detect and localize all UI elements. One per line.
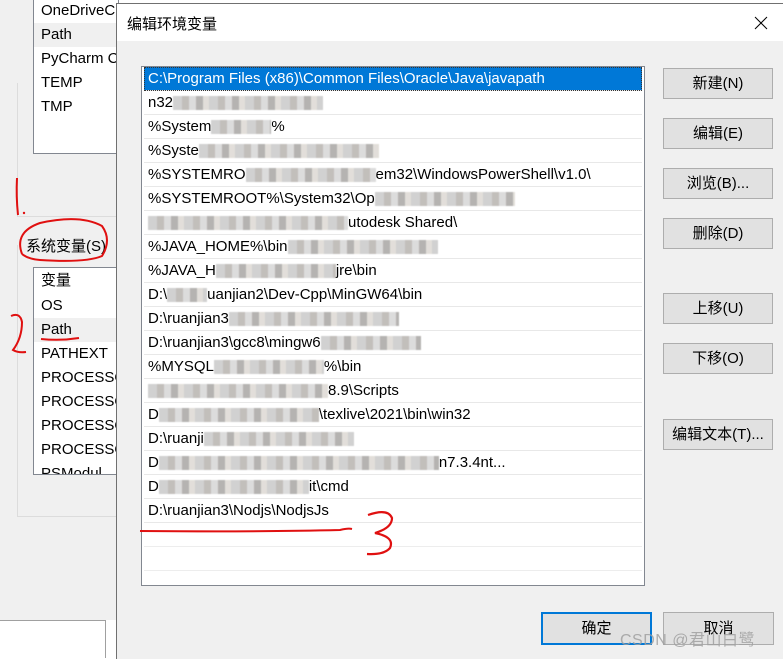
path-entry-text: %JAVA_H — [148, 262, 216, 279]
system-var-item[interactable]: PATHEXT — [34, 342, 118, 366]
path-entry[interactable]: Dit\cmd — [144, 475, 642, 499]
user-var-item[interactable]: PyCharm C — [34, 47, 118, 71]
path-entry-text: D:\ruanji — [148, 430, 204, 447]
path-entry[interactable]: n32 — [144, 91, 642, 115]
path-entry-text: D:\ruanjian3\Nodjs\NodjsJs — [148, 502, 329, 519]
path-entry[interactable]: %SYSTEMRO em32\WindowsPowerShell\v1.0\ — [144, 163, 642, 187]
new-button[interactable]: 新建(N) — [663, 68, 773, 99]
path-entry[interactable]: %Syste — [144, 139, 642, 163]
path-entry[interactable]: utodesk Shared\ — [144, 211, 642, 235]
redacted-mosaic — [228, 312, 399, 327]
path-entry-suffix: 8.9\Scripts — [328, 382, 399, 399]
path-entry[interactable]: D:\ uanjian2\Dev-Cpp\MinGW64\bin — [144, 283, 642, 307]
redacted-mosaic — [320, 336, 421, 351]
edit-environment-variable-dialog: 编辑环境变量 C:\Program Files (x86)\Common Fil… — [116, 3, 783, 659]
redacted-mosaic — [215, 264, 336, 279]
path-entry-text: D:\ruanjian3\gcc8\mingw6 — [148, 334, 321, 351]
move-up-button[interactable]: 上移(U) — [663, 293, 773, 324]
redacted-mosaic — [203, 432, 354, 447]
system-vars-column-header[interactable]: 变量 — [34, 268, 118, 294]
system-var-item-path[interactable]: Path — [34, 318, 118, 342]
path-entry[interactable]: D:\ruanjian3\gcc8\mingw6 — [144, 331, 642, 355]
path-entry-suffix: uanjian2\Dev-Cpp\MinGW64\bin — [207, 286, 423, 303]
path-entries-list[interactable]: C:\Program Files (x86)\Common Files\Orac… — [141, 66, 645, 586]
path-entry[interactable]: %JAVA_H jre\bin — [144, 259, 642, 283]
path-entry-text: %MYSQL — [148, 358, 214, 375]
system-var-item[interactable]: PROCESSO — [34, 366, 118, 390]
redacted-mosaic — [158, 480, 309, 495]
close-icon — [754, 16, 768, 29]
redacted-mosaic — [245, 168, 376, 183]
path-entry-text: %Syste — [148, 142, 199, 159]
path-entry-text: D:\ — [148, 286, 168, 303]
parent-environment-dialog: OneDriveC Path PyCharm C TEMP TMP 系统变量(S… — [0, 0, 119, 621]
path-entry[interactable]: Dn7.3.4nt... — [144, 451, 642, 475]
path-entry-empty[interactable] — [144, 547, 642, 571]
system-variables-list[interactable]: 变量 OS Path PATHEXT PROCESSO PROCESSO PRO… — [33, 267, 119, 475]
path-entry-text: %SYSTEMRO — [148, 166, 246, 183]
path-entry-text: D — [148, 478, 159, 495]
path-entry-suffix: n7.3.4nt... — [438, 454, 506, 471]
redacted-mosaic — [198, 144, 379, 159]
redacted-mosaic — [158, 456, 439, 471]
path-entry[interactable]: 8.9\Scripts — [144, 379, 642, 403]
path-entry-text: %System — [148, 118, 212, 135]
browse-button[interactable]: 浏览(B)... — [663, 168, 773, 199]
edit-text-button[interactable]: 编辑文本(T)... — [663, 419, 773, 450]
system-vars-group-label: 系统变量(S) — [26, 235, 108, 256]
path-entry[interactable]: D \texlive\2021\bin\win32 — [144, 403, 642, 427]
redacted-mosaic — [148, 384, 328, 399]
path-entry[interactable]: D:\ruanjian3\Nodjs\NodjsJs — [144, 499, 642, 523]
user-var-item[interactable]: TMP — [34, 95, 118, 119]
system-var-item[interactable]: OS — [34, 294, 118, 318]
user-var-item[interactable]: TEMP — [34, 71, 118, 95]
path-entry-suffix: em32\WindowsPowerShell\v1.0\ — [375, 166, 591, 183]
user-var-item[interactable]: OneDriveC — [34, 0, 118, 23]
redacted-mosaic — [173, 96, 324, 111]
system-var-item[interactable]: PROCESSO — [34, 390, 118, 414]
redacted-mosaic — [287, 240, 438, 255]
delete-button[interactable]: 删除(D) — [663, 218, 773, 249]
path-entry[interactable]: D:\ruanji — [144, 427, 642, 451]
path-entry[interactable]: D:\ruanjian3 — [144, 307, 642, 331]
redacted-mosaic — [148, 216, 348, 231]
close-button[interactable] — [738, 4, 783, 41]
dialog-title: 编辑环境变量 — [127, 16, 218, 33]
path-entry-suffix: utodesk Shared\ — [348, 214, 458, 231]
system-var-item[interactable]: PROCESSO — [34, 414, 118, 438]
path-entry-suffix: %\bin — [323, 358, 362, 375]
path-entry-empty[interactable] — [144, 571, 642, 585]
redacted-mosaic — [213, 360, 324, 375]
path-entry[interactable]: %MYSQL %\bin — [144, 355, 642, 379]
path-entry-text: D — [148, 406, 159, 423]
path-entry-text: %JAVA_HOME%\bin — [148, 238, 288, 255]
user-var-item-path[interactable]: Path — [34, 23, 118, 47]
path-entry-empty[interactable] — [144, 523, 642, 547]
csdn-watermark: CSDN @君山白鹭 — [620, 632, 756, 649]
title-bar[interactable]: 编辑环境变量 — [117, 4, 783, 41]
move-down-button[interactable]: 下移(O) — [663, 343, 773, 374]
path-entry[interactable]: %System% — [144, 115, 642, 139]
user-variables-list[interactable]: OneDriveC Path PyCharm C TEMP TMP — [33, 0, 119, 154]
path-entry-text: D:\ruanjian3 — [148, 310, 229, 327]
path-entry-suffix: % — [271, 118, 285, 135]
edit-button[interactable]: 编辑(E) — [663, 118, 773, 149]
path-entry-suffix: \texlive\2021\bin\win32 — [318, 406, 471, 423]
redacted-mosaic — [158, 408, 319, 423]
path-entry-text: n32 — [148, 94, 174, 111]
path-entry-text: %SYSTEMROOT%\System32\Op — [148, 190, 375, 207]
path-entry[interactable]: %JAVA_HOME%\bin — [144, 235, 642, 259]
system-var-item[interactable]: PSModul — [34, 462, 118, 474]
system-var-item[interactable]: PROCESSO — [34, 438, 118, 462]
redacted-mosaic — [374, 192, 515, 207]
redacted-mosaic — [211, 120, 272, 135]
path-entry-selected[interactable]: C:\Program Files (x86)\Common Files\Orac… — [144, 67, 642, 91]
path-entry-suffix: jre\bin — [335, 262, 377, 279]
redacted-mosaic — [167, 288, 208, 303]
path-entry-suffix: it\cmd — [308, 478, 349, 495]
path-entry[interactable]: %SYSTEMROOT%\System32\Op — [144, 187, 642, 211]
path-entry-text: C:\Program Files (x86)\Common Files\Orac… — [148, 70, 545, 87]
path-entry-text: D — [148, 454, 159, 471]
